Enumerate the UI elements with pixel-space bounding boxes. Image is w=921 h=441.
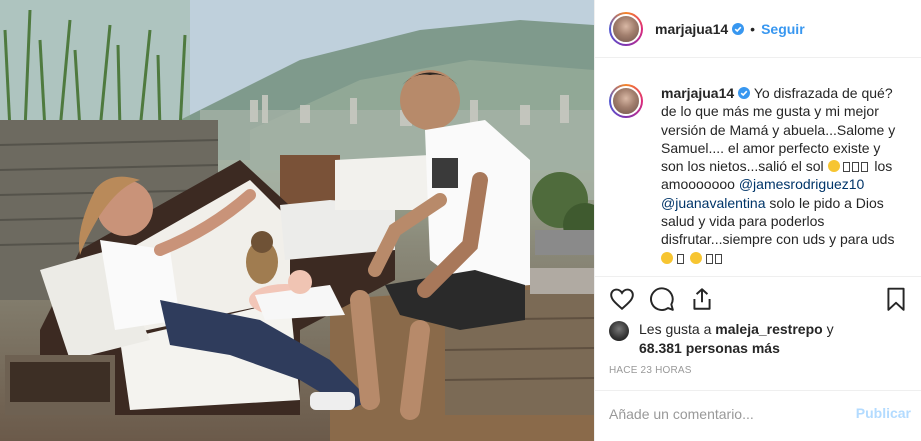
caption-username[interactable]: marjajua14 — [661, 85, 751, 101]
caption-text: marjajua14 Yo disfrazada de qué? de lo q… — [661, 84, 905, 267]
caption-avatar[interactable] — [609, 84, 643, 118]
caption-line: versión de Mamá y abuela...Salome y — [661, 121, 896, 138]
emoji-glyph-icon — [714, 253, 722, 264]
emoji-glyph-icon — [861, 162, 869, 173]
post-photo[interactable] — [0, 0, 594, 441]
comment-input[interactable] — [609, 402, 839, 426]
emoji-glyph-icon — [852, 162, 860, 173]
photo-illustration — [0, 0, 594, 441]
author-avatar[interactable] — [609, 11, 643, 46]
bookmark-icon[interactable] — [883, 286, 909, 312]
surprised-emoji-icon — [689, 251, 702, 264]
caption-line: de lo que más me gusta y mi mejor — [661, 103, 879, 120]
comment-icon[interactable] — [649, 286, 675, 312]
caption-line: Yo disfrazada de qué? — [753, 85, 893, 101]
post-header: marjajua14 • Seguir — [595, 0, 921, 58]
likes-prefix: Les gusta a — [639, 321, 712, 337]
emoji-glyph-icon — [843, 162, 851, 173]
comment-divider — [595, 390, 921, 391]
publish-button[interactable]: Publicar — [856, 405, 911, 421]
emoji-glyph-icon — [705, 253, 713, 264]
mention-link[interactable]: @juanavalentina — [661, 195, 766, 211]
caption-line: los nietos...salió el sol — [687, 158, 824, 175]
caption-line: amooooooo — [661, 176, 735, 193]
follow-button[interactable]: Seguir — [761, 21, 805, 37]
liker-username[interactable]: maleja_restrepo — [715, 321, 822, 337]
caption-line: disfrutar...siempre con uds y para uds — [661, 231, 895, 248]
actions-divider — [595, 276, 921, 277]
likes-count[interactable]: 68.381 personas más — [639, 340, 780, 356]
caption-line: salud y vida para poderlos — [661, 213, 825, 230]
post-timestamp[interactable]: HACE 23 HORAS — [609, 365, 692, 376]
post-caption: marjajua14 Yo disfrazada de qué? de lo q… — [609, 84, 909, 267]
verified-badge-icon — [732, 22, 745, 35]
verified-badge-icon — [738, 87, 751, 99]
sun-face-emoji-icon — [827, 160, 840, 173]
caption-line: solo le pido a Dios — [769, 194, 884, 211]
header-separator: • — [750, 20, 756, 37]
post-actions — [609, 286, 909, 314]
share-icon[interactable] — [689, 286, 715, 312]
post-side-panel: marjajua14 • Seguir marjajua14 Yo disfra… — [594, 0, 921, 441]
liker-avatar[interactable] — [609, 321, 629, 341]
likes-summary: Les gusta a maleja_restrepo y 68.381 per… — [609, 320, 834, 358]
smile-emoji-icon — [661, 251, 673, 264]
caption-line: los — [874, 158, 893, 175]
emoji-glyph-icon — [676, 253, 684, 264]
mention-link[interactable]: @jamesrodriguez10 — [739, 176, 865, 192]
heart-icon[interactable] — [609, 286, 635, 312]
author-username[interactable]: marjajua14 — [655, 21, 745, 37]
likes-and: y — [826, 321, 834, 337]
